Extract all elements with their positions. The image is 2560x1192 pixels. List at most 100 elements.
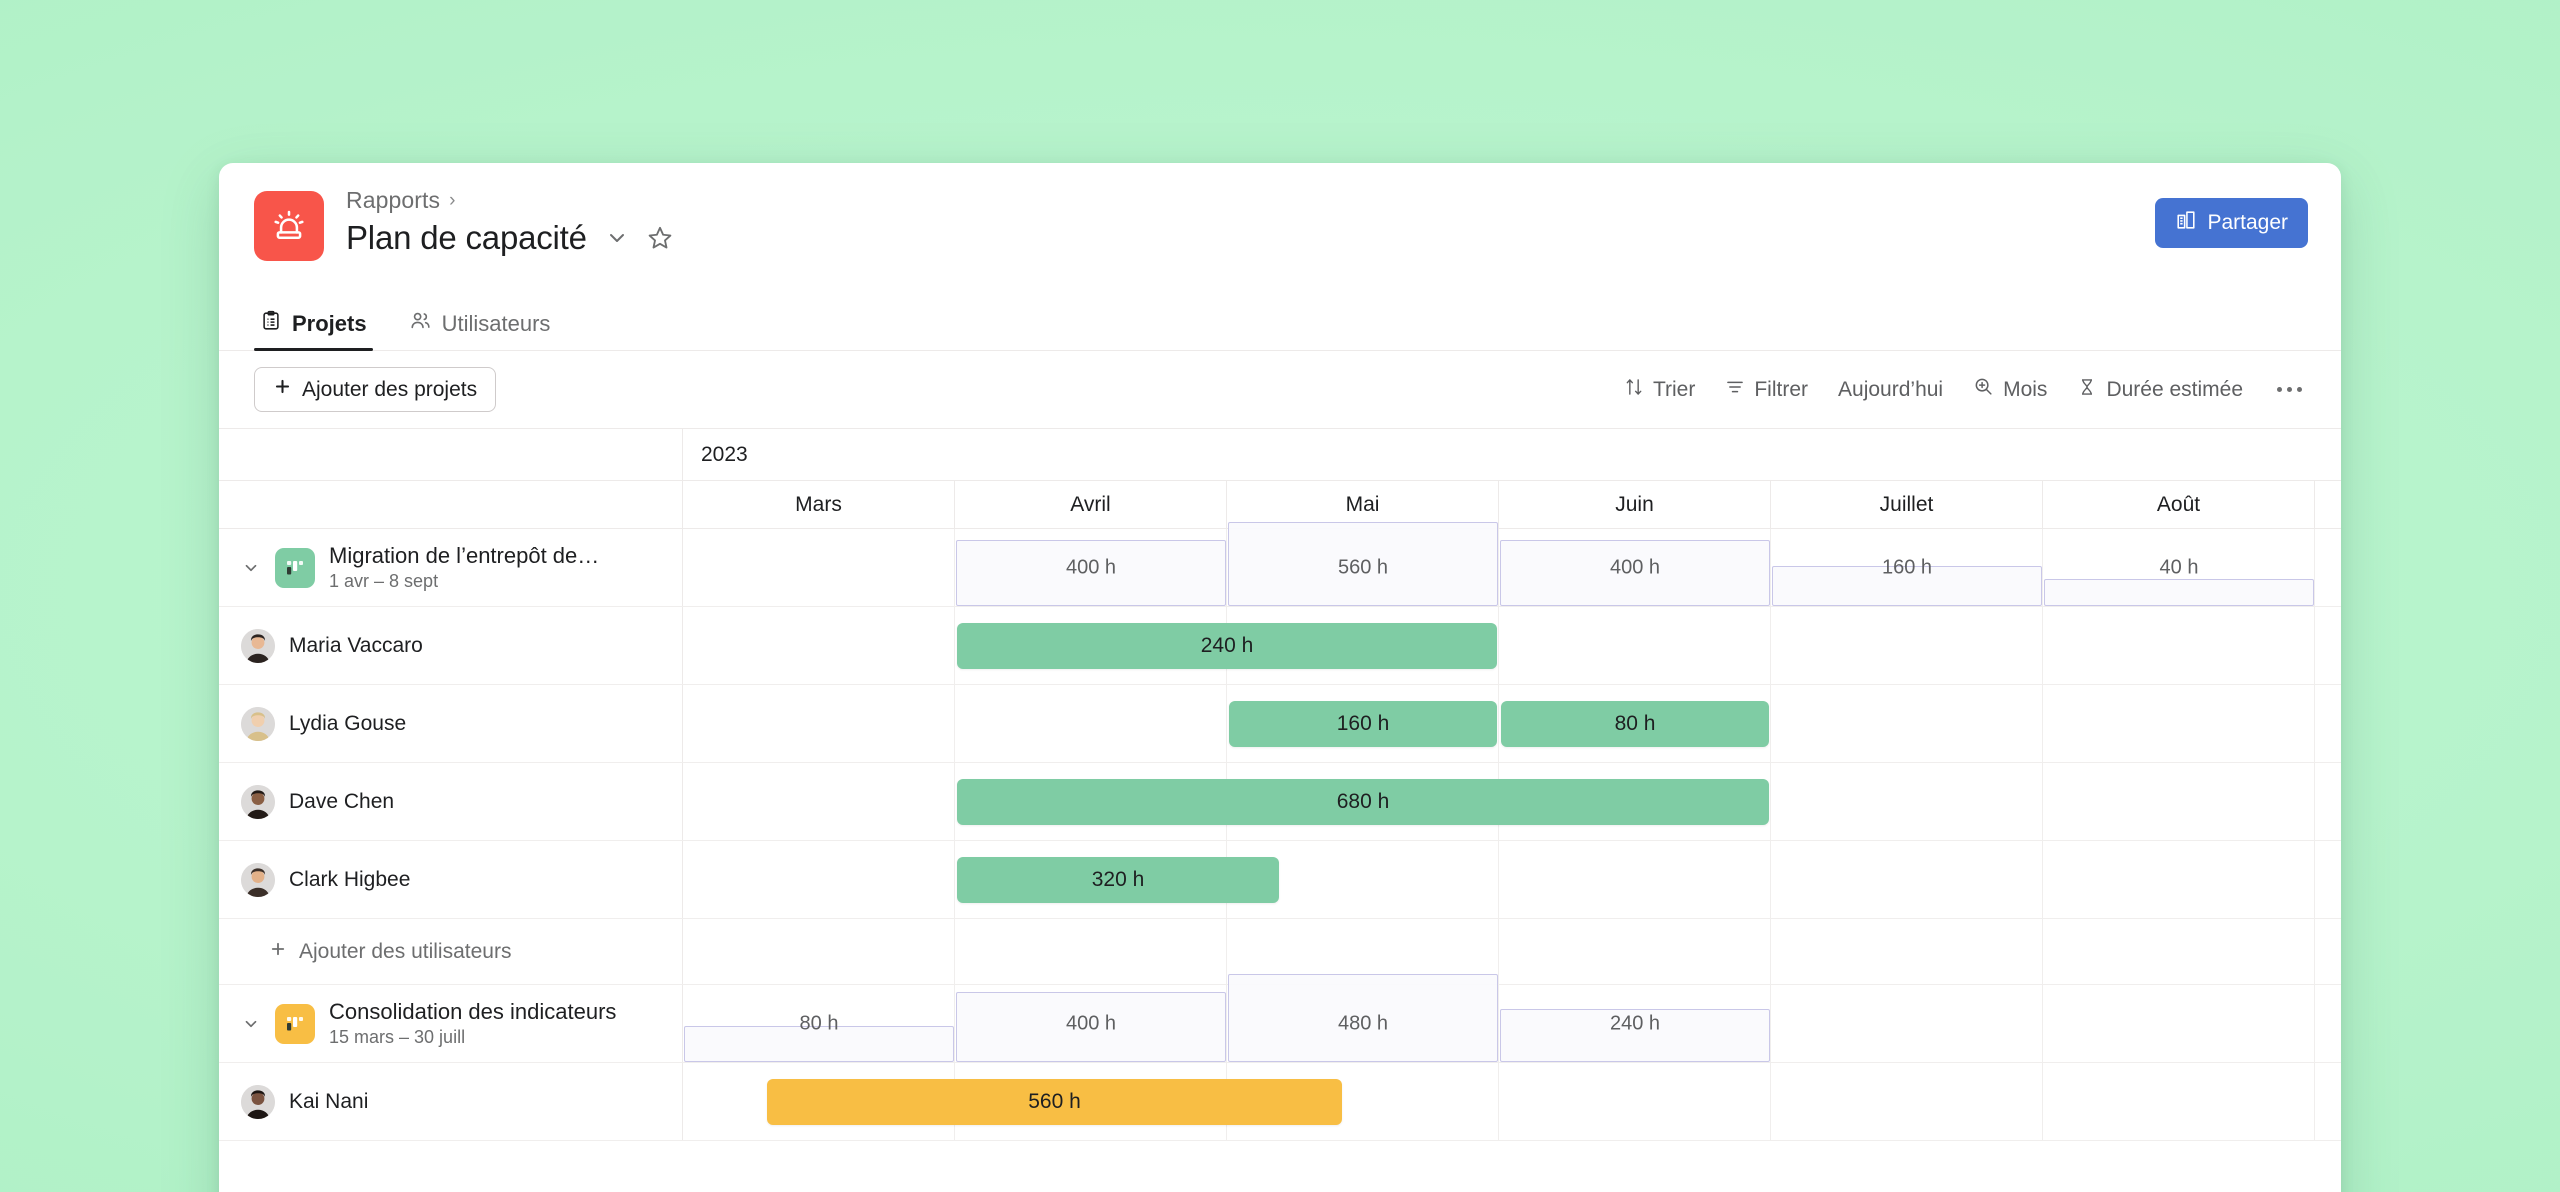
month-column-avril[interactable]: Avril [955, 481, 1227, 528]
avatar [241, 862, 275, 897]
lane-col-5 [2043, 685, 2315, 762]
user-name-cell[interactable]: Lydia Gouse [219, 685, 683, 762]
lane-col-5 [2043, 1063, 2315, 1140]
add-projects-button[interactable]: Ajouter des projets [254, 367, 497, 412]
user-allocation-lane: 240 h [683, 607, 2341, 684]
lane-col-3 [1499, 841, 1771, 918]
chart-bars-icon [2175, 209, 2197, 237]
project-collapse-chevron-down-icon[interactable] [241, 559, 261, 577]
lane-col-0 [683, 607, 955, 684]
allocation-bar[interactable]: 680 h [957, 778, 1769, 825]
breadcrumb-reports-link[interactable]: Rapports [346, 187, 440, 214]
tab-projets-label: Projets [292, 311, 367, 336]
user-name-cell[interactable]: Kai Nani [219, 1063, 683, 1140]
toolbar: Ajouter des projets Trier Filtrer Aujour… [219, 351, 2341, 429]
avatar [241, 784, 275, 819]
tab-projets[interactable]: Projets [254, 310, 373, 351]
lane-col-1 [955, 685, 1227, 762]
month-column-mars[interactable]: Mars [683, 481, 955, 528]
project-collapse-chevron-down-icon[interactable] [241, 1015, 261, 1033]
lane-col-0 [683, 919, 955, 984]
timeline-year-label: 2023 [701, 442, 748, 466]
more-options-ellipsis-icon[interactable] [2273, 387, 2306, 392]
plus-icon [273, 377, 292, 402]
allocation-hours-label: 560 h [1028, 1089, 1081, 1113]
user-name: Kai Nani [289, 1089, 369, 1113]
capacity-histogram: 400 h 560 h 400 h 160 h 40 h [683, 522, 2341, 606]
toolbar-actions: Trier Filtrer Aujourd’hui Mois Durée est… [1624, 376, 2306, 403]
lane-gridlines [683, 919, 2341, 984]
zoom-in-icon [1973, 376, 1994, 403]
allocation-bar[interactable]: 80 h [1501, 700, 1769, 747]
zoom-level-button[interactable]: Mois [1973, 376, 2047, 403]
estimated-duration-button[interactable]: Durée estimée [2077, 377, 2243, 403]
capacity-label-mars: 80 h [799, 1012, 839, 1034]
tab-utilisateurs[interactable]: Utilisateurs [403, 309, 557, 350]
capacity-label-mai: 480 h [1337, 1012, 1389, 1034]
month-column-juillet[interactable]: Juillet [1771, 481, 2043, 528]
user-name-cell[interactable]: Clark Higbee [219, 841, 683, 918]
project-name-cell[interactable]: Consolidation des indicateurs 15 mars – … [219, 985, 683, 1062]
project-name-cell[interactable]: Migration de l’entrepôt de… 1 avr – 8 se… [219, 529, 683, 606]
allocation-bar[interactable]: 560 h [767, 1078, 1342, 1125]
capacity-label-mai: 560 h [1337, 556, 1389, 578]
avatar [241, 628, 275, 663]
lane-col-1 [955, 919, 1227, 984]
lane-col-4 [1771, 1063, 2043, 1140]
people-icon [409, 309, 432, 338]
plus-icon [269, 940, 287, 964]
project-capacity-lane: 400 h 560 h 400 h 160 h 40 h [683, 522, 2341, 606]
user-row[interactable]: Lydia Gouse 160 h 80 h [219, 685, 2341, 763]
user-name: Lydia Gouse [289, 711, 407, 735]
allocation-bar[interactable]: 160 h [1229, 700, 1497, 747]
share-button[interactable]: Partager [2155, 198, 2308, 248]
today-button[interactable]: Aujourd’hui [1838, 378, 1943, 402]
month-header-spacer [219, 481, 683, 528]
sort-arrows-icon [1624, 377, 1644, 403]
project-row[interactable]: Consolidation des indicateurs 15 mars – … [219, 974, 2341, 1063]
capacity-bar-août [2044, 579, 2314, 606]
today-label: Aujourd’hui [1838, 377, 1944, 401]
sort-button[interactable]: Trier [1624, 377, 1695, 403]
user-row[interactable]: Kai Nani 560 h [219, 1063, 2341, 1141]
capacity-histogram: 80 h 400 h 480 h 240 h [683, 974, 2341, 1062]
zoom-level-label: Mois [2003, 377, 2048, 401]
add-users-label: Ajouter des utilisateurs [299, 939, 512, 963]
month-column-mai[interactable]: Mai [1227, 481, 1499, 528]
user-row[interactable]: Clark Higbee 320 h [219, 841, 2341, 919]
user-name-cell[interactable]: Dave Chen [219, 763, 683, 840]
user-allocation-lane: 560 h [683, 1063, 2341, 1140]
filter-button[interactable]: Filtrer [1725, 377, 1808, 403]
lane-col-5 [2043, 763, 2315, 840]
project-title: Migration de l’entrepôt de… [329, 543, 600, 568]
add-users-cell[interactable]: Ajouter des utilisateurs [219, 919, 683, 984]
allocation-bar[interactable]: 320 h [957, 856, 1279, 903]
allocation-hours-label: 240 h [1200, 633, 1254, 657]
breadcrumb: Rapports › Plan de capacité [346, 187, 673, 257]
clipboard-icon [260, 310, 282, 338]
title-chevron-down-icon[interactable] [605, 226, 629, 250]
project-title: Consolidation des indicateurs [329, 999, 617, 1024]
project-row[interactable]: Migration de l’entrepôt de… 1 avr – 8 se… [219, 522, 2341, 607]
sort-label: Trier [1652, 377, 1696, 401]
timeline-grid: 2023 Mars Avril Mai Juin Juillet Août Mi… [219, 429, 2341, 1141]
allocation-bar[interactable]: 240 h [957, 622, 1497, 669]
user-row[interactable]: Dave Chen 680 h [219, 763, 2341, 841]
lane-col-3 [1499, 607, 1771, 684]
lane-col-5 [2043, 841, 2315, 918]
capacity-label-juin: 400 h [1609, 556, 1661, 578]
project-board-icon [275, 547, 315, 588]
month-column-juin[interactable]: Juin [1499, 481, 1771, 528]
user-row[interactable]: Maria Vaccaro 240 h [219, 607, 2341, 685]
lane-col-3 [1499, 919, 1771, 984]
project-capacity-lane: 80 h 400 h 480 h 240 h [683, 974, 2341, 1062]
user-name-cell[interactable]: Maria Vaccaro [219, 607, 683, 684]
favorite-star-icon[interactable] [647, 225, 673, 251]
allocation-hours-label: 320 h [1091, 867, 1145, 891]
hourglass-icon [2077, 377, 2097, 403]
breadcrumb-chevron-icon: › [449, 190, 456, 211]
capacity-plan-card: Rapports › Plan de capacité Partager Pro… [219, 163, 2341, 1192]
add-users-button[interactable]: Ajouter des utilisateurs [241, 940, 511, 964]
user-allocation-lane: 680 h [683, 763, 2341, 840]
month-column-aout[interactable]: Août [2043, 481, 2315, 528]
